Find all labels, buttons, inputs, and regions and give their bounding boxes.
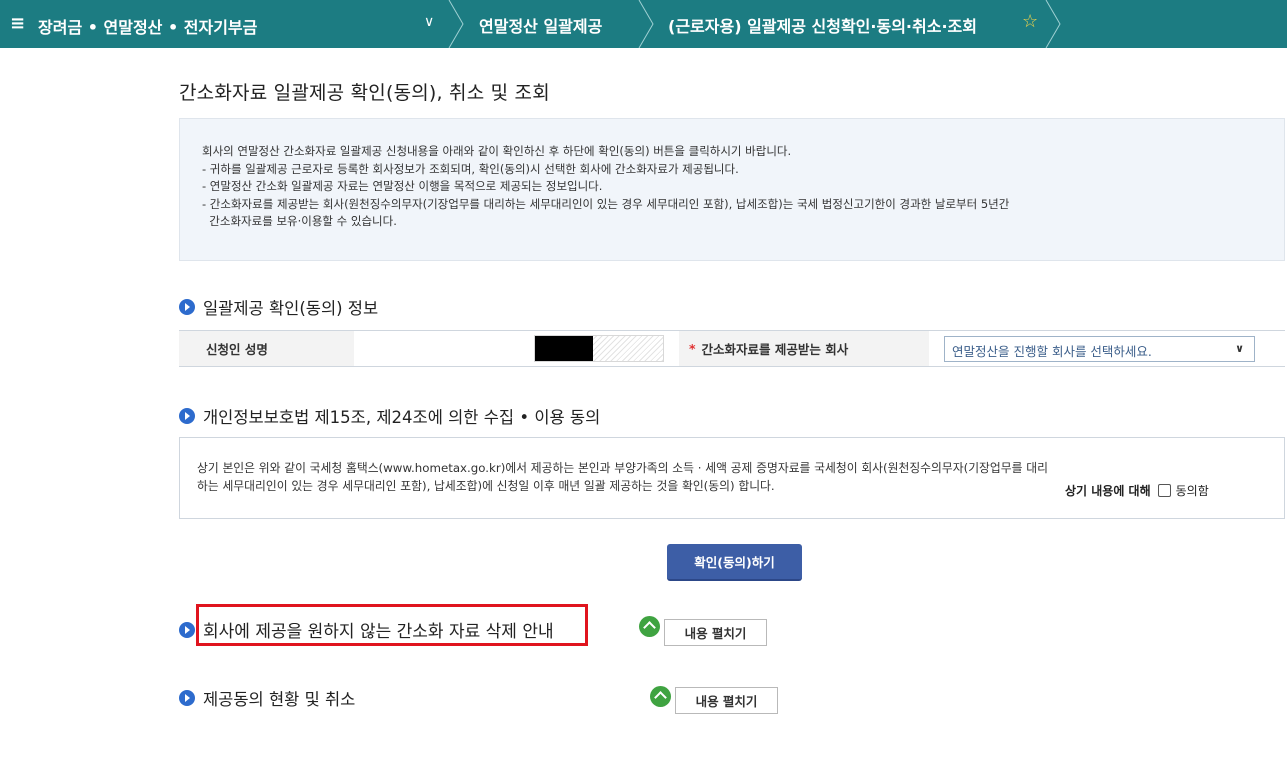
notice-line: - 간소화자료를 제공받는 회사(원천징수의무자(기장업무를 대리하는 세무대리… [202, 196, 1010, 211]
notice-line: 회사의 연말정산 간소화자료 일괄제공 신청내용을 아래와 같이 확인하신 후 … [202, 144, 792, 158]
company-label: * 간소화자료를 제공받는 회사 [679, 331, 929, 366]
menu-icon[interactable]: ≡ [10, 13, 25, 34]
notice-line: 간소화자료를 보유·이용할 수 있습니다. [202, 214, 397, 228]
page-title: 간소화자료 일괄제공 확인(동의), 취소 및 조회 [179, 82, 550, 104]
applicant-name-label: 신청인 성명 [179, 331, 354, 366]
section-privacy-header: 개인정보보호법 제15조, 제24조에 의한 수집 • 이용 동의 [179, 404, 600, 428]
breadcrumb-item-year-end[interactable]: 연말정산 일괄제공 [479, 13, 602, 37]
notice-line: - 귀하를 일괄제공 근로자로 등록한 회사정보가 조회되며, 확인(동의)시 … [202, 161, 739, 176]
arrow-circle-icon [179, 690, 195, 706]
company-label-text: 간소화자료를 제공받는 회사 [701, 342, 849, 357]
company-select[interactable]: 연말정산을 진행할 회사를 선택하세요. ∨ [944, 336, 1255, 362]
section-status-header: 제공동의 현황 및 취소 [179, 686, 355, 710]
required-star: * [689, 341, 696, 356]
arrow-circle-icon [179, 299, 195, 315]
expand-status-button[interactable]: 내용 펼치기 [675, 687, 778, 714]
redacted-block [535, 336, 593, 361]
confirm-agree-button[interactable]: 확인(동의)하기 [667, 544, 802, 581]
section-title: 제공동의 현황 및 취소 [203, 690, 356, 709]
section-confirm-header: 일괄제공 확인(동의) 정보 [179, 295, 378, 319]
highlight-box [196, 604, 588, 646]
chevron-down-icon[interactable]: ∨ [424, 14, 434, 30]
agree-checkbox-label[interactable]: 동의함 [1176, 482, 1209, 499]
breadcrumb-item-current: (근로자용) 일괄제공 신청확인·동의·취소·조회 [668, 17, 977, 36]
company-select-value: 연말정산을 진행할 회사를 선택하세요. [952, 344, 1152, 359]
confirm-info-table: 신청인 성명 * 간소화자료를 제공받는 회사 연말정산을 진행할 회사를 선택… [179, 330, 1285, 367]
breadcrumb-separator-icon [447, 0, 467, 48]
notice-line: - 연말정산 간소화 일괄제공 자료는 연말정산 이행을 목적으로 제공되는 정… [202, 179, 603, 193]
agree-lead-text: 상기 내용에 대해 [1065, 484, 1151, 498]
consent-box: 상기 본인은 위와 같이 국세청 홈택스(www.hometax.go.kr)에… [179, 437, 1285, 519]
chevron-up-icon[interactable] [639, 616, 660, 637]
breadcrumb-separator-icon [637, 0, 657, 48]
chevron-down-icon: ∨ [1235, 342, 1244, 355]
section-title: 개인정보보호법 제15조, 제24조에 의한 수집 • 이용 동의 [203, 408, 601, 427]
nav-category[interactable]: 장려금 • 연말정산 • 전자기부금 [38, 14, 257, 38]
arrow-circle-icon [179, 408, 195, 424]
favorite-star-icon[interactable]: ☆ [1022, 11, 1038, 32]
agree-control: 상기 내용에 대해 동의함 [1065, 482, 1209, 499]
consent-text-line: 상기 본인은 위와 같이 국세청 홈택스(www.hometax.go.kr)에… [197, 461, 1048, 475]
notice-box: 회사의 연말정산 간소화자료 일괄제공 신청내용을 아래와 같이 확인하신 후 … [179, 118, 1285, 261]
arrow-circle-icon [179, 621, 195, 638]
top-nav-bar: ≡ 장려금 • 연말정산 • 전자기부금 ∨ 연말정산 일괄제공 (근로자용) … [0, 0, 1287, 48]
expand-delete-button[interactable]: 내용 펼치기 [664, 619, 767, 646]
applicant-name-value [534, 335, 664, 362]
breadcrumb-separator-icon [1044, 0, 1064, 48]
chevron-up-icon[interactable] [650, 686, 671, 707]
section-title: 일괄제공 확인(동의) 정보 [203, 299, 379, 318]
agree-checkbox[interactable] [1157, 484, 1171, 497]
